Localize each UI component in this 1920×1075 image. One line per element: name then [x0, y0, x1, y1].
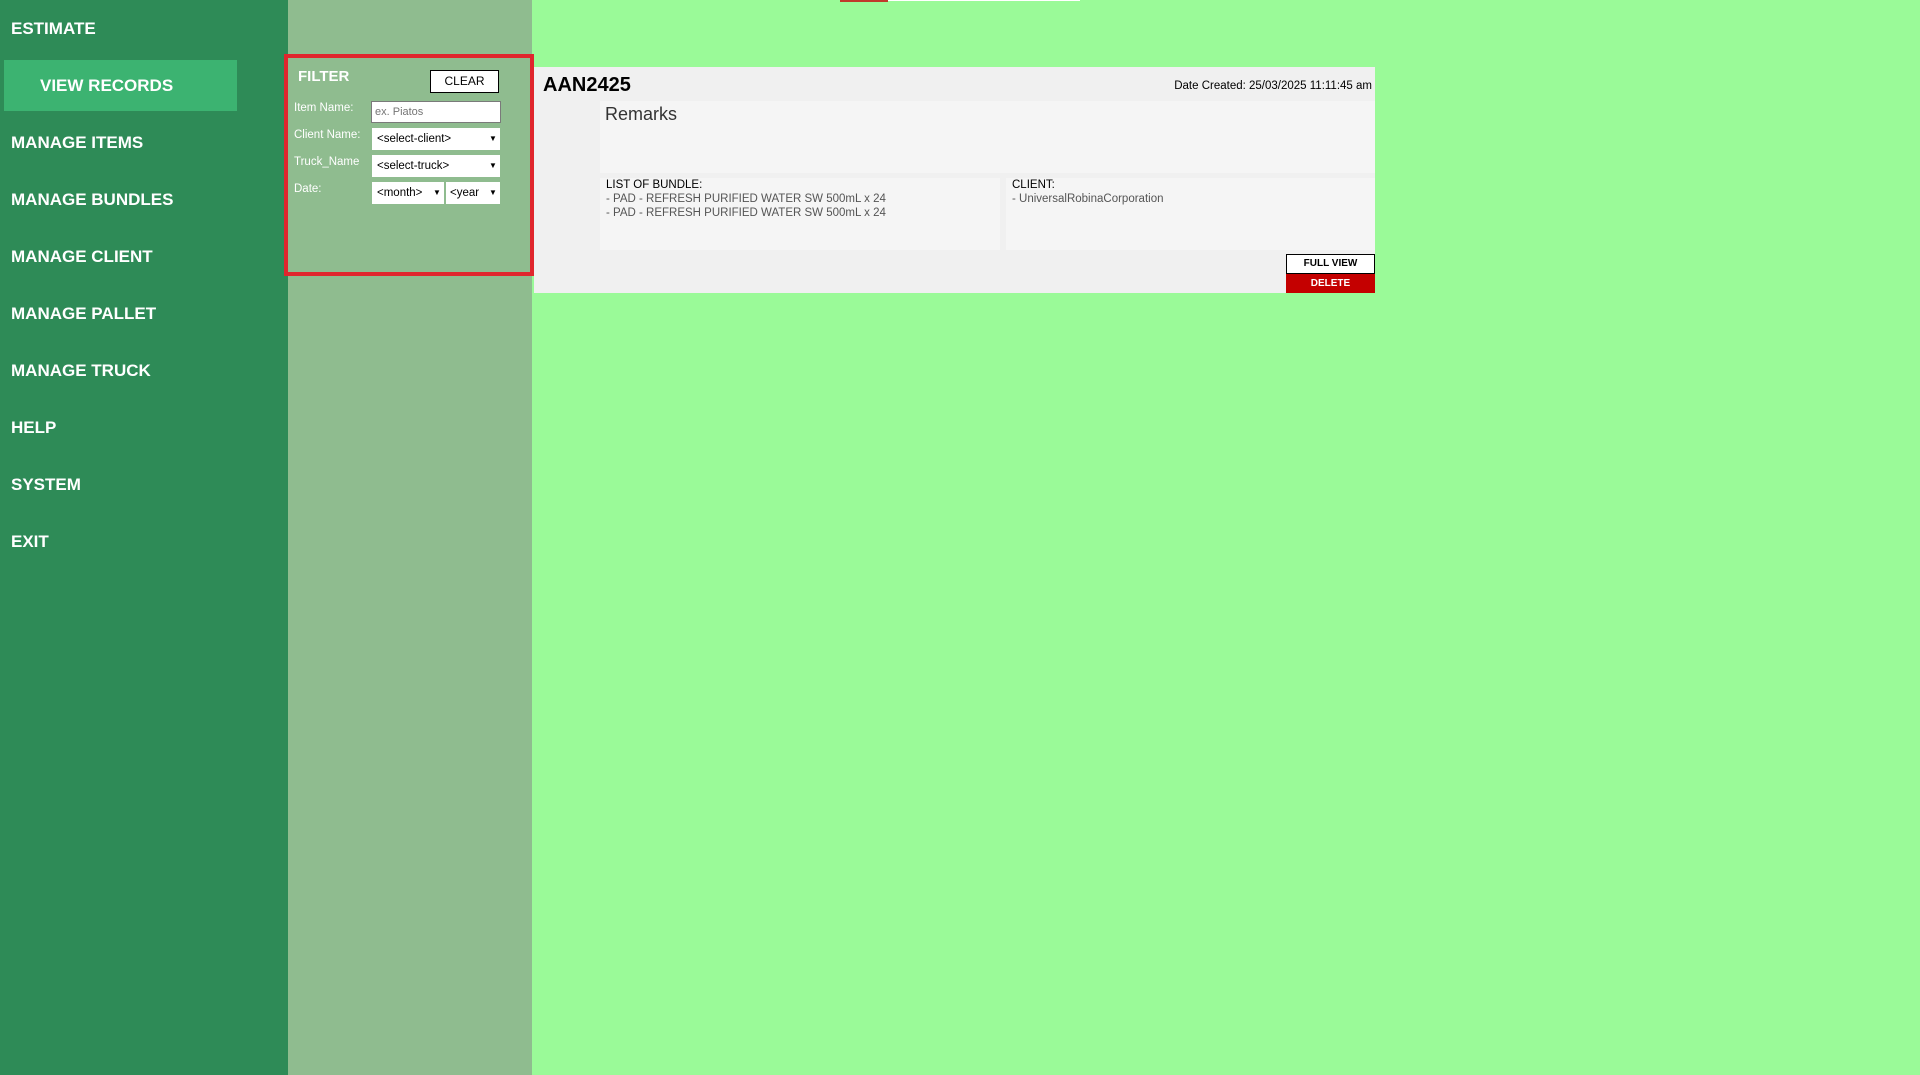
year-select[interactable]: <year ▼ [446, 182, 500, 204]
chevron-down-icon: ▼ [489, 161, 497, 170]
month-select[interactable]: <month> ▼ [372, 182, 444, 204]
delete-button[interactable]: DELETE [1286, 274, 1375, 293]
sidebar-item-view-records[interactable]: VIEW RECORDS [4, 60, 237, 111]
month-select-value: <month> [377, 187, 423, 199]
sidebar-item-help[interactable]: HELP [0, 403, 288, 453]
bundle-list-item: - PAD - REFRESH PURIFIED WATER SW 500mL … [606, 207, 886, 219]
date-label: Date: [294, 183, 322, 195]
year-select-value: <year [450, 187, 480, 199]
clear-button[interactable]: CLEAR [430, 70, 499, 93]
sidebar-item-manage-pallet[interactable]: MANAGE PALLET [0, 289, 288, 339]
remarks-title: Remarks [605, 104, 678, 124]
sidebar: ESTIMATE VIEW RECORDS MANAGE ITEMS MANAG… [0, 0, 288, 1075]
date-created: Date Created: 25/03/2025 11:11:45 am [1174, 80, 1372, 92]
top-divider [888, 0, 1080, 1]
client-select[interactable]: <select-client> ▼ [372, 128, 500, 150]
bundle-list-title: LIST OF BUNDLE: [606, 179, 703, 191]
top-accent-bar [840, 0, 888, 2]
remarks-box [600, 101, 1375, 173]
client-select-value: <select-client> [377, 133, 452, 145]
truck-select[interactable]: <select-truck> ▼ [372, 155, 500, 177]
item-name-input[interactable] [371, 101, 501, 123]
sidebar-item-manage-bundles[interactable]: MANAGE BUNDLES [0, 175, 288, 225]
sidebar-item-manage-items[interactable]: MANAGE ITEMS [0, 118, 288, 168]
chevron-down-icon: ▼ [489, 188, 497, 197]
chevron-down-icon: ▼ [433, 188, 441, 197]
record-id: AAN2425 [543, 74, 631, 96]
client-panel: CLIENT: - UniversalRobinaCorporation [1006, 178, 1375, 250]
sidebar-item-manage-truck[interactable]: MANAGE TRUCK [0, 346, 288, 396]
item-name-label: Item Name: [294, 102, 354, 114]
bundle-list-panel: LIST OF BUNDLE: - PAD - REFRESH PURIFIED… [600, 178, 1000, 250]
client-list-item: - UniversalRobinaCorporation [1012, 193, 1164, 205]
truck-select-value: <select-truck> [377, 160, 450, 172]
sidebar-item-system[interactable]: SYSTEM [0, 460, 288, 510]
filter-title: FILTER [298, 68, 350, 85]
truck-name-label: Truck_Name [294, 156, 360, 168]
sidebar-item-manage-client[interactable]: MANAGE CLIENT [0, 232, 288, 282]
chevron-down-icon: ▼ [489, 134, 497, 143]
client-name-label: Client Name: [294, 129, 361, 141]
full-view-button[interactable]: FULL VIEW [1286, 254, 1375, 274]
sidebar-item-exit[interactable]: EXIT [0, 517, 288, 567]
sidebar-item-estimate[interactable]: ESTIMATE [0, 4, 288, 54]
client-panel-title: CLIENT: [1012, 179, 1055, 191]
bundle-list-item: - PAD - REFRESH PURIFIED WATER SW 500mL … [606, 193, 886, 205]
